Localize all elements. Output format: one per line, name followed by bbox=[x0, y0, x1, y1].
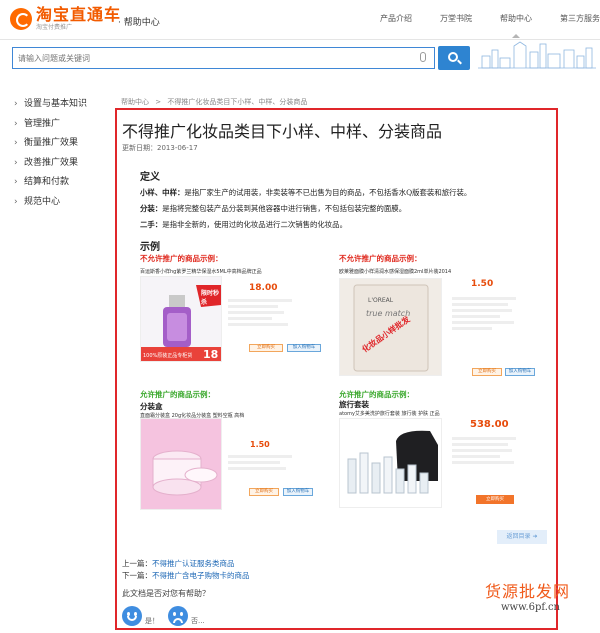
logo-title: 淘宝直通车 bbox=[36, 5, 122, 24]
search-button[interactable] bbox=[438, 46, 470, 70]
chevron-right-icon: › bbox=[14, 196, 18, 207]
buy-now-button[interactable]: 立即购买 bbox=[472, 368, 502, 376]
product-price: 1.50 bbox=[250, 440, 270, 449]
back-to-catalog-button[interactable]: 返回目录 ➜ bbox=[497, 530, 547, 544]
definition-line: 小样、中样：是指厂家生产的试用装，非卖装等不已出售为目的商品，不包括香水Q版套装… bbox=[140, 188, 472, 197]
definition-line: 分装：是指将完整包装产品分装到其他容器中进行销售，不包括包装完整的面膜。 bbox=[140, 204, 407, 213]
helpful-question: 此文档是否对您有帮助？ bbox=[122, 589, 210, 598]
next-article-link[interactable]: 不得推广含电子购物卡的商品 bbox=[152, 571, 250, 580]
breadcrumb-home[interactable]: 帮助中心 bbox=[121, 98, 149, 106]
site-watermark-url: www.6pf.cn bbox=[501, 602, 560, 613]
add-to-cart-button[interactable]: 加入购物车 bbox=[505, 368, 535, 376]
product-image bbox=[339, 418, 442, 508]
sidebar-item-improve[interactable]: › 改善推广效果 bbox=[14, 154, 114, 174]
product-image: 限时秒杀 100%原装正品专柜货 18 bbox=[140, 276, 222, 362]
badge-price: 18 bbox=[203, 348, 219, 361]
update-date: 更新日期：2013-06-17 bbox=[122, 144, 198, 152]
breadcrumb-separator: > bbox=[155, 98, 162, 106]
sidebar-item-manage[interactable]: › 管理推广 bbox=[14, 115, 114, 135]
sidebar-item-rules[interactable]: › 规范中心 bbox=[14, 193, 114, 213]
arrow-right-icon: ➜ bbox=[532, 533, 538, 540]
microphone-icon[interactable] bbox=[420, 52, 426, 62]
chevron-right-icon: › bbox=[14, 138, 18, 148]
top-nav: 产品介绍 万堂书院 帮助中心 第三方服务 bbox=[352, 13, 600, 38]
sidebar-item-basics[interactable]: › 设置与基本知识 bbox=[14, 95, 114, 115]
nav-academy[interactable]: 万堂书院 bbox=[440, 13, 472, 24]
smile-face-icon[interactable] bbox=[122, 606, 142, 626]
chevron-right-icon: › bbox=[14, 157, 18, 168]
taobao-ztc-logo[interactable]: 淘宝直通车 淘宝付费推广 bbox=[10, 6, 121, 32]
buy-now-button[interactable]: 立即购买 bbox=[249, 344, 283, 352]
yes-label[interactable]: 是！ bbox=[145, 616, 159, 626]
previous-article: 上一篇：不得推广认证服务类商品 bbox=[122, 559, 235, 568]
buy-now-button[interactable]: 立即购买 bbox=[249, 488, 279, 496]
chevron-right-icon: › bbox=[14, 118, 18, 129]
no-label[interactable]: 否... bbox=[191, 616, 205, 626]
previous-article-link[interactable]: 不得推广认证服务类商品 bbox=[152, 559, 235, 568]
example-product-name: atomy艾多美洗护旅行套装 旅行装 护肤 正品 bbox=[339, 411, 440, 417]
add-to-cart-button[interactable]: 加入购物车 bbox=[283, 488, 313, 496]
nav-third-party[interactable]: 第三方服务 bbox=[560, 13, 600, 24]
sidebar: › 设置与基本知识 › 管理推广 › 衡量推广效果 › 改善推广效果 › 结算和付款 › 规… bbox=[14, 95, 114, 212]
logo-mark-icon bbox=[10, 8, 32, 30]
chevron-right-icon: › bbox=[14, 177, 18, 187]
product-detail-rows bbox=[452, 294, 516, 333]
site-watermark: 货源批发网 bbox=[485, 582, 571, 601]
chevron-right-icon: › bbox=[14, 99, 18, 109]
product-detail-rows bbox=[228, 296, 292, 329]
top-header: 淘宝直通车 淘宝付费推广 · 帮助中心 产品介绍 万堂书院 帮助中心 第三方服务 bbox=[0, 0, 600, 40]
search-box bbox=[12, 47, 435, 69]
add-to-cart-button[interactable]: 加入购物车 bbox=[287, 344, 321, 352]
next-article: 下一篇：不得推广含电子购物卡的商品 bbox=[122, 571, 250, 580]
nav-product-intro[interactable]: 产品介绍 bbox=[380, 13, 412, 24]
product-price: 538.00 bbox=[470, 419, 509, 430]
example-label-allowed: 允许推广的商品示例： bbox=[140, 390, 215, 399]
page-title: 不得推广化妆品类目下小样、中样、分装商品 bbox=[122, 122, 443, 141]
example-heading: 示例 bbox=[140, 242, 160, 253]
breadcrumb: 帮助中心 > 不得推广化妆品类目下小样、中样、分装商品 bbox=[121, 97, 311, 107]
example-label-not-allowed: 不允许推广的商品示例： bbox=[140, 254, 223, 263]
product-price: 1.50 bbox=[471, 279, 494, 289]
search-input[interactable] bbox=[13, 48, 413, 68]
help-center-title: · 帮助中心 bbox=[118, 18, 160, 28]
product-detail-rows bbox=[452, 434, 516, 467]
authentic-badge: 100%原装正品专柜货 bbox=[143, 353, 193, 359]
example-subtitle: 分装盒 bbox=[140, 402, 163, 411]
travel-kit-icon bbox=[340, 419, 441, 507]
definition-line: 二手：是指非全新的，使用过的化妆品进行二次销售的化妆品。 bbox=[140, 220, 347, 229]
breadcrumb-current: 不得推广化妆品类目下小样、中样、分装商品 bbox=[167, 98, 308, 106]
nav-help-center[interactable]: 帮助中心 bbox=[500, 13, 532, 38]
product-image bbox=[140, 418, 222, 510]
product-price: 18.00 bbox=[249, 283, 278, 293]
buy-now-button[interactable]: 立即购买 bbox=[476, 495, 514, 504]
example-subtitle: 旅行套装 bbox=[339, 400, 369, 409]
sad-face-icon[interactable] bbox=[168, 606, 188, 626]
sidebar-item-billing[interactable]: › 结算和付款 bbox=[14, 173, 114, 193]
example-product-name: 百运斯香小样hg紫罗兰精华保湿水5ML中高档品牌正品 bbox=[140, 269, 262, 275]
example-product-name: 欧莱雅面膜小样清润水感保湿面膜2ml单片装2014 bbox=[339, 269, 452, 275]
sidebar-item-measure[interactable]: › 衡量推广效果 bbox=[14, 134, 114, 154]
cream-jar-icon bbox=[141, 419, 221, 509]
logo-subtitle: 淘宝付费推广 bbox=[36, 24, 73, 31]
flash-sale-badge: 限时秒杀 bbox=[201, 290, 220, 306]
example-label-not-allowed: 不允许推广的商品示例： bbox=[339, 254, 422, 263]
city-skyline-icon bbox=[478, 41, 596, 69]
definition-heading: 定义 bbox=[140, 172, 160, 183]
product-image: L'OREAL true match 化妆品小样批发 bbox=[339, 278, 442, 376]
product-detail-rows bbox=[228, 452, 292, 473]
pack-brand: L'OREAL bbox=[368, 297, 394, 304]
